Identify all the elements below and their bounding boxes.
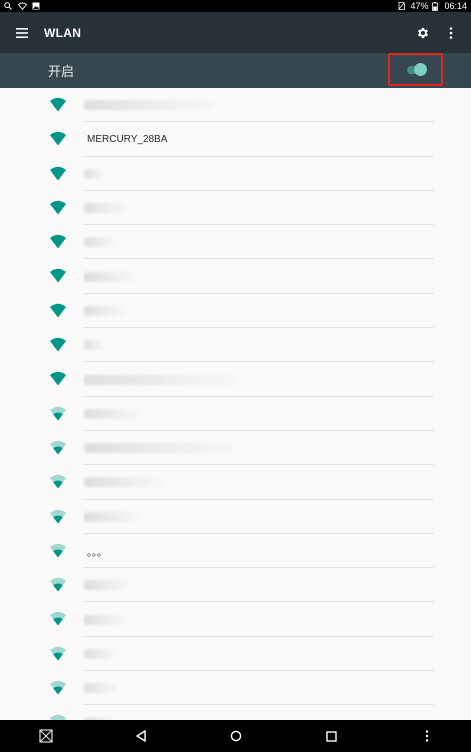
network-item[interactable] xyxy=(0,431,471,466)
wifi-signal-icon xyxy=(50,406,66,421)
wifi-signal-icon xyxy=(50,337,66,352)
network-item[interactable] xyxy=(0,500,471,535)
wifi-signal-icon xyxy=(50,97,66,112)
redacted-ssid xyxy=(84,614,126,625)
wifi-signal-icon xyxy=(50,543,66,558)
network-item[interactable] xyxy=(0,259,471,295)
wifi-signal-icon xyxy=(50,166,66,181)
no-sim-icon xyxy=(398,2,406,10)
network-item[interactable] xyxy=(0,671,471,706)
recents-icon[interactable] xyxy=(311,720,351,752)
network-item[interactable] xyxy=(0,397,471,432)
network-item[interactable] xyxy=(0,88,471,123)
app-bar: WLAN xyxy=(0,12,471,53)
battery-icon xyxy=(432,2,440,11)
wifi-signal-icon xyxy=(50,303,66,318)
redacted-ssid xyxy=(84,408,139,419)
wifi-signal-icon xyxy=(50,475,66,489)
network-item[interactable] xyxy=(0,362,471,397)
clock: 06:14 xyxy=(444,1,467,11)
image-icon xyxy=(32,2,40,10)
network-item[interactable] xyxy=(0,191,471,226)
battery-percent: 47% xyxy=(410,1,429,11)
page-title: WLAN xyxy=(44,25,82,40)
wifi-signal-icon xyxy=(50,372,66,386)
redacted-ssid xyxy=(84,271,136,282)
wifi-icon xyxy=(17,2,28,11)
wifi-signal-icon xyxy=(50,646,66,661)
network-item[interactable] xyxy=(0,465,471,500)
network-list: MERCURY_28BA 。。。 xyxy=(0,88,471,720)
redacted-ssid xyxy=(84,443,234,454)
home-icon[interactable] xyxy=(216,720,256,752)
network-item[interactable] xyxy=(0,602,471,638)
redacted-ssid xyxy=(84,648,114,659)
redacted-ssid xyxy=(84,511,140,522)
toggle-thumb xyxy=(413,62,427,76)
network-item[interactable] xyxy=(0,328,471,363)
wifi-signal-icon xyxy=(50,269,66,283)
redacted-ssid xyxy=(84,374,234,385)
wifi-signal-icon xyxy=(50,509,66,524)
redacted-ssid xyxy=(84,168,104,179)
wifi-signal-icon xyxy=(50,440,66,455)
redacted-ssid xyxy=(84,340,104,351)
wifi-signal-icon xyxy=(50,132,66,146)
network-item[interactable] xyxy=(0,225,471,260)
redacted-ssid xyxy=(84,305,124,316)
network-item[interactable] xyxy=(0,294,471,329)
redacted-ssid xyxy=(84,580,130,591)
search-icon xyxy=(4,2,12,10)
wifi-signal-icon xyxy=(50,234,66,249)
nav-bar xyxy=(0,720,471,752)
redacted-ssid xyxy=(84,477,162,488)
redacted-ssid xyxy=(84,683,116,694)
redacted-ssid xyxy=(84,100,214,111)
back-icon[interactable] xyxy=(121,720,161,752)
network-item[interactable] xyxy=(0,568,471,603)
status-bar: 47% 06:14 xyxy=(0,0,471,12)
highlight-box xyxy=(388,53,443,86)
more-vert-icon[interactable] xyxy=(439,18,463,48)
switch-label: 开启 xyxy=(48,64,75,79)
network-ssid: MERCURY_28BA xyxy=(87,133,168,145)
network-ssid: 。。。 xyxy=(87,547,107,559)
gear-icon[interactable] xyxy=(411,18,435,48)
wlan-toggle[interactable] xyxy=(405,62,427,78)
menu-icon[interactable] xyxy=(0,12,44,53)
wifi-signal-icon xyxy=(50,612,66,626)
wifi-signal-icon xyxy=(50,200,66,215)
network-item[interactable] xyxy=(0,705,471,720)
screenshot-icon[interactable] xyxy=(26,720,66,752)
network-item[interactable]: 。。。 xyxy=(0,534,471,569)
wifi-signal-icon xyxy=(50,680,66,695)
nav-more-vert-icon[interactable] xyxy=(407,720,447,752)
network-item[interactable] xyxy=(0,157,471,192)
network-item[interactable]: MERCURY_28BA xyxy=(0,122,471,157)
wifi-signal-icon xyxy=(50,577,66,592)
network-item[interactable] xyxy=(0,637,471,672)
redacted-ssid xyxy=(84,237,114,248)
wlan-switch-bar[interactable]: 开启 xyxy=(0,53,471,88)
redacted-ssid xyxy=(84,203,126,214)
